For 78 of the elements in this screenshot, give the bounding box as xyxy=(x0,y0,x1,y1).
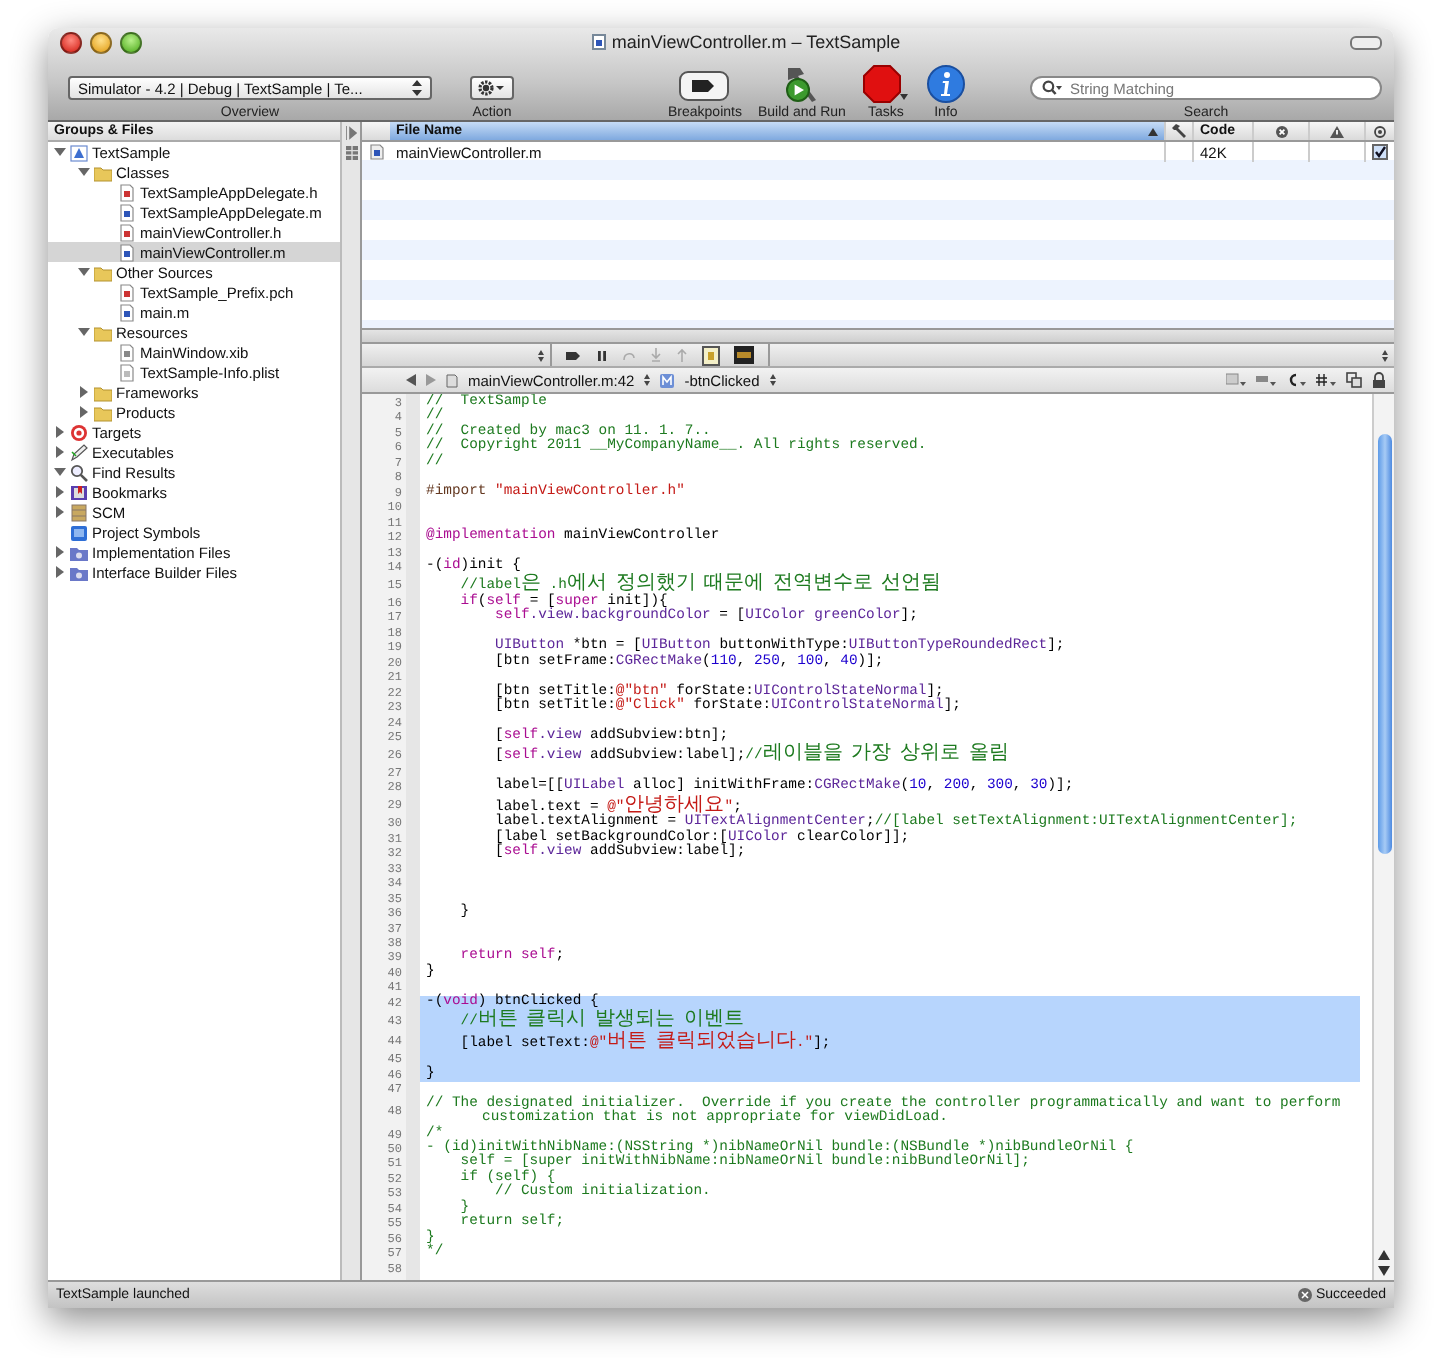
cube-icon xyxy=(70,523,88,541)
stepper-arrows-icon[interactable] xyxy=(644,374,651,386)
file-icon xyxy=(446,373,458,387)
splitter-handle[interactable] xyxy=(362,328,1394,344)
folder-icon xyxy=(94,163,112,181)
folder-icon xyxy=(70,563,88,581)
gear-icon xyxy=(478,80,506,96)
split-view-icon[interactable] xyxy=(345,126,357,140)
disclosure-triangle[interactable] xyxy=(54,146,66,158)
stepper-arrows-icon xyxy=(538,349,544,361)
class-menu-icon[interactable] xyxy=(1286,372,1306,388)
disclosure-triangle[interactable] xyxy=(78,406,90,418)
toolbar-toggle-button[interactable] xyxy=(1350,35,1382,49)
disclosure-triangle[interactable] xyxy=(78,266,90,278)
disclosure-triangle[interactable] xyxy=(78,166,90,178)
action-button[interactable] xyxy=(470,76,514,100)
scroll-up-arrow-icon[interactable] xyxy=(1378,1250,1390,1260)
build-status-icon xyxy=(1297,1288,1312,1302)
back-arrow-icon[interactable] xyxy=(406,374,416,386)
stepper-arrows-icon xyxy=(412,80,422,96)
target-icon xyxy=(70,423,88,441)
disclosure-triangle[interactable] xyxy=(54,506,66,518)
disclosure-triangle[interactable] xyxy=(54,566,66,578)
window-title: mainViewController.m – TextSample xyxy=(611,32,901,52)
error-icon xyxy=(1275,125,1287,137)
file-icon xyxy=(118,363,136,381)
sort-arrow-icon xyxy=(1148,127,1158,135)
pencil-icon xyxy=(70,443,88,461)
counterpart-icon[interactable] xyxy=(1346,372,1362,388)
disclosure-triangle[interactable] xyxy=(54,426,66,438)
checkbox[interactable] xyxy=(1372,144,1388,160)
lock-icon[interactable] xyxy=(1372,372,1386,388)
pause-icon[interactable] xyxy=(596,349,608,361)
disclosure-triangle[interactable] xyxy=(54,446,66,458)
close-button[interactable] xyxy=(60,31,82,53)
breakpoint-icon xyxy=(678,68,731,104)
project-icon xyxy=(70,143,88,161)
stepper-arrows-icon xyxy=(1382,349,1388,361)
info-icon xyxy=(925,64,966,104)
file-icon xyxy=(118,303,136,321)
scroll-down-arrow-icon[interactable] xyxy=(1378,1266,1390,1276)
file-icon xyxy=(118,223,136,241)
folder-icon xyxy=(70,543,88,561)
file-icon xyxy=(118,343,136,361)
folder-icon xyxy=(94,323,112,341)
breakpoint-icon[interactable] xyxy=(566,349,582,361)
search-icon[interactable] xyxy=(1042,80,1062,96)
stepper-arrows-icon[interactable] xyxy=(769,374,776,386)
hammer-icon xyxy=(1172,124,1186,138)
disclosure-triangle[interactable] xyxy=(54,486,66,498)
breakpoints-menu-icon[interactable] xyxy=(1256,372,1276,388)
include-menu-icon[interactable] xyxy=(1316,372,1336,388)
bookmark-icon xyxy=(70,483,88,501)
disclosure-triangle[interactable] xyxy=(54,466,66,478)
code-editor[interactable] xyxy=(362,394,1394,1280)
file-icon xyxy=(369,144,383,160)
bookmark-menu-icon[interactable] xyxy=(1226,372,1246,388)
debugger-window-icon[interactable] xyxy=(702,345,720,365)
file-icon xyxy=(118,183,136,201)
scroll-thumb[interactable] xyxy=(1377,434,1391,854)
stop-sign-icon xyxy=(861,64,910,104)
method-icon xyxy=(660,373,675,387)
file-icon xyxy=(118,243,136,261)
file-icon xyxy=(118,203,136,221)
warning-icon xyxy=(1330,125,1344,137)
zoom-button[interactable] xyxy=(120,31,142,53)
disclosure-triangle[interactable] xyxy=(78,326,90,338)
database-icon xyxy=(70,503,88,521)
scrollbar[interactable] xyxy=(1372,394,1394,1280)
file-icon xyxy=(118,283,136,301)
grid-icon[interactable] xyxy=(345,146,357,160)
disclosure-triangle[interactable] xyxy=(54,546,66,558)
minimize-button[interactable] xyxy=(90,31,112,53)
magnifier-icon xyxy=(70,463,88,481)
disclosure-triangle[interactable] xyxy=(78,386,90,398)
console-icon[interactable] xyxy=(734,346,754,364)
target-icon xyxy=(1374,125,1386,137)
file-icon xyxy=(591,34,606,50)
